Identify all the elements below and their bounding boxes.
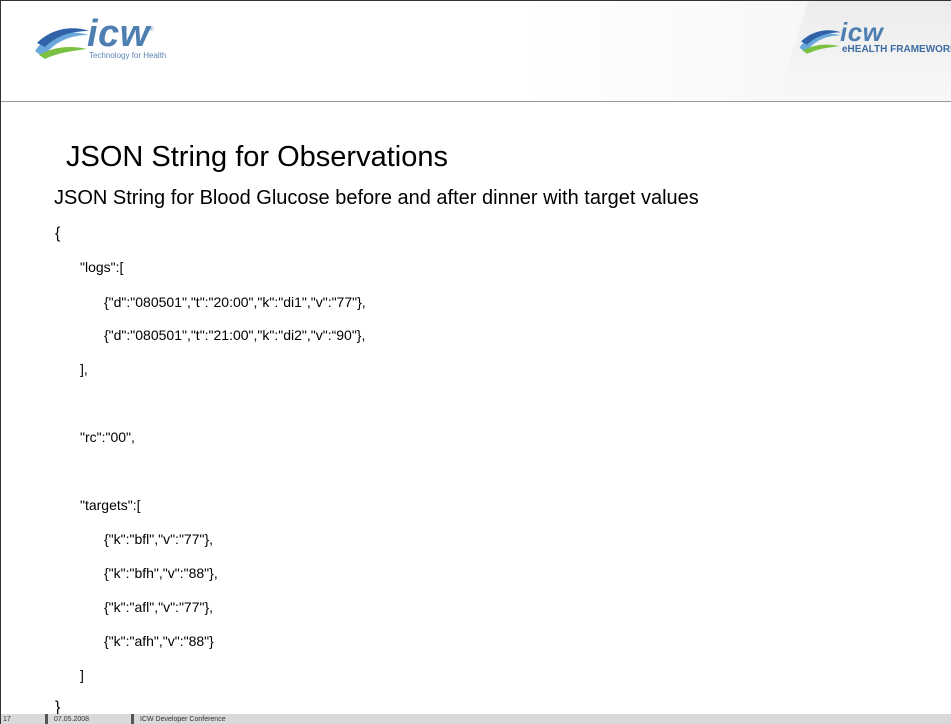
code-line: {"d":"080501","t":"21:00","k":"di2","v":… (104, 327, 366, 343)
code-line: {"k":"bfl","v":"77"}, (104, 531, 214, 547)
footer-separator (131, 714, 134, 724)
code-line: {"k":"afh","v":"88"} (104, 633, 214, 649)
json-code-block: { "logs":[ {"d":"080501","t":"20:00","k"… (1, 1, 951, 724)
footer-bar: 17 07.05.2008 ICW Developer Conference (1, 714, 951, 724)
footer-date: 07.05.2008 (54, 716, 90, 723)
code-line: "rc":"00", (80, 429, 135, 445)
code-line: "logs":[ (80, 259, 124, 275)
code-line: "targets":[ (80, 497, 141, 513)
code-line: ] (80, 667, 84, 683)
page-number: 17 (3, 716, 11, 723)
code-line: {"d":"080501","t":"20:00","k":"di1","v":… (104, 294, 366, 310)
code-line: { (55, 225, 61, 242)
code-line: {"k":"afl","v":"77"}, (104, 599, 214, 615)
code-line: ], (80, 361, 88, 377)
footer-event: ICW Developer Conference (140, 716, 226, 723)
code-line: {"k":"bfh","v":"88"}, (104, 565, 218, 581)
footer-separator (45, 714, 48, 724)
slide: icw ® Technology for Health icw eHEALTH … (0, 0, 951, 724)
